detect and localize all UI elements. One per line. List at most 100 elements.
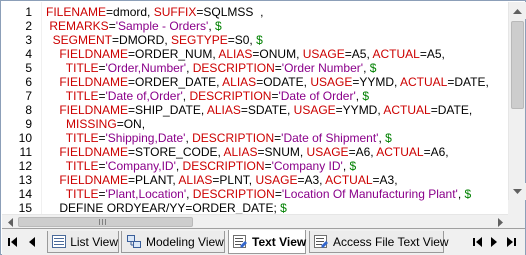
- grip-icon: [99, 219, 106, 225]
- scroll-right-button[interactable]: [494, 215, 508, 229]
- code-token: ALIAS: [218, 47, 253, 61]
- code-token: =ODATE,: [256, 75, 311, 89]
- tab-modeling-view[interactable]: Modeling View: [121, 231, 225, 253]
- code-token: MISSING: [46, 117, 117, 131]
- code-token: =YYMD,: [335, 103, 384, 117]
- code-token: 'Shipping,Date': [105, 131, 186, 145]
- line-number: 9: [25, 117, 32, 131]
- previous-tab-button[interactable]: [26, 236, 38, 248]
- line-number: 10: [18, 131, 32, 145]
- code-token: =STORE_CODE,: [128, 145, 224, 159]
- first-tab-button-right[interactable]: [472, 236, 484, 248]
- code-token: $: [280, 201, 287, 214]
- code-token: TITLE: [46, 159, 99, 173]
- code-token: ACTUAL: [325, 173, 373, 187]
- code-token: 'Order Number': [281, 61, 364, 75]
- tab-label: Modeling View: [146, 234, 224, 249]
- code-line[interactable]: REMARKS='Sample - Orders', $: [46, 19, 221, 33]
- code-token: TITLE: [46, 61, 99, 75]
- code-token: ALIAS: [206, 103, 241, 117]
- vertical-scroll-thumb[interactable]: [511, 21, 524, 109]
- code-line[interactable]: FIELDNAME=ORDER_NUM, ALIAS=ONUM, USAGE=A…: [46, 47, 445, 61]
- previous-tab-icon: [29, 237, 35, 247]
- arrow-left-icon: [8, 217, 13, 227]
- code-token: $: [256, 33, 263, 47]
- tab-access-file-text-view[interactable]: Access File Text View: [309, 231, 449, 253]
- code-token: ALIAS: [223, 145, 258, 159]
- code-line[interactable]: TITLE='Order,Number', DESCRIPTION='Order…: [46, 61, 377, 75]
- scroll-down-button[interactable]: [509, 183, 526, 200]
- code-token: 'Sample - Orders': [115, 19, 209, 33]
- code-token: =DATE,: [430, 103, 473, 117]
- line-number: 11: [19, 145, 32, 159]
- scroll-left-button[interactable]: [3, 215, 17, 229]
- code-token: =dmord,: [106, 5, 154, 19]
- code-token: =: [108, 19, 116, 33]
- code-line[interactable]: TITLE='Shipping,Date', DESCRIPTION='Date…: [46, 131, 392, 145]
- code-token: =A5,: [344, 47, 373, 61]
- code-line[interactable]: DEFINE ORDYEAR/YY=ORDER_DATE; $: [46, 201, 287, 214]
- code-token: DESCRIPTION: [189, 89, 272, 103]
- code-token: USAGE: [310, 75, 353, 89]
- first-tab-icon: [473, 237, 482, 247]
- code-token: REMARKS: [46, 19, 109, 33]
- code-token: SUFFIX: [153, 5, 197, 19]
- code-line[interactable]: SEGMENT=DMORD, SEGTYPE=S0, $: [46, 33, 263, 47]
- code-token: FIELDNAME: [46, 173, 129, 187]
- code-token: FILENAME: [46, 5, 107, 19]
- line-number: 5: [25, 61, 32, 75]
- code-token: =SQLMSS ,: [196, 5, 264, 19]
- horizontal-scrollbar[interactable]: [2, 214, 508, 228]
- code-token: =SDATE,: [240, 103, 294, 117]
- code-token: $: [362, 89, 370, 103]
- view-tab-bar: List View Modeling View Text View Access…: [2, 228, 525, 255]
- next-tab-button[interactable]: [488, 236, 500, 248]
- last-tab-icon: [507, 237, 516, 247]
- code-line[interactable]: FILENAME=dmord, SUFFIX=SQLMSS ,: [46, 5, 263, 19]
- code-token: =YYMD,: [352, 75, 401, 89]
- code-token: FIELDNAME: [46, 103, 129, 117]
- last-tab-button[interactable]: [505, 236, 517, 248]
- code-token: 'Order,Number': [105, 61, 187, 75]
- line-number: 2: [25, 19, 32, 33]
- code-token: TITLE: [46, 187, 99, 201]
- line-number: 6: [25, 75, 32, 89]
- code-token: DEFINE: [46, 201, 107, 214]
- code-token: =: [274, 61, 282, 75]
- code-token: ALIAS: [222, 75, 257, 89]
- first-tab-button[interactable]: [7, 236, 19, 248]
- code-line[interactable]: FIELDNAME=ORDER_DATE, ALIAS=ODATE, USAGE…: [46, 75, 489, 89]
- code-token: DESCRIPTION: [192, 131, 275, 145]
- code-line[interactable]: FIELDNAME=PLANT, ALIAS=PLNT, USAGE=A3, A…: [46, 173, 397, 187]
- code-token: =S0,: [227, 33, 257, 47]
- arrow-right-icon: [498, 217, 503, 227]
- code-token: =ORDER_NUM,: [128, 47, 219, 61]
- code-token: ,: [208, 19, 215, 33]
- code-token: 'Company ID': [271, 159, 343, 173]
- code-token: SEGMENT: [46, 33, 113, 47]
- tab-list-view[interactable]: List View: [47, 231, 119, 253]
- horizontal-scroll-thumb[interactable]: [18, 217, 193, 227]
- code-token: =A6,: [348, 145, 377, 159]
- code-token: FIELDNAME: [46, 145, 129, 159]
- scroll-up-button[interactable]: [509, 2, 526, 19]
- code-token: 'Plant,Location': [105, 187, 187, 201]
- code-line[interactable]: TITLE='Plant,Location', DESCRIPTION='Loc…: [46, 187, 471, 201]
- code-token: $: [385, 131, 392, 145]
- tab-label: Text View: [252, 234, 307, 249]
- code-token: ,: [186, 187, 193, 201]
- code-line[interactable]: FIELDNAME=SHIP_DATE, ALIAS=SDATE, USAGE=…: [46, 103, 472, 117]
- vertical-scrollbar[interactable]: [508, 2, 526, 200]
- line-number: 7: [25, 89, 32, 103]
- code-line[interactable]: MISSING=ON,: [46, 117, 145, 131]
- code-token: =ONUM,: [252, 47, 303, 61]
- code-line[interactable]: FIELDNAME=STORE_CODE, ALIAS=SNUM, USAGE=…: [46, 145, 448, 159]
- code-token: ,: [342, 159, 350, 173]
- tab-text-view[interactable]: Text View: [228, 230, 306, 254]
- code-editor[interactable]: 12345678910111213141516 FILENAME=dmord, …: [2, 2, 508, 214]
- code-line[interactable]: TITLE='Company,ID', DESCRIPTION='Company…: [46, 159, 356, 173]
- text-view-icon: [233, 234, 248, 249]
- code-token: ACTUAL: [400, 75, 448, 89]
- code-token: DESCRIPTION: [192, 61, 275, 75]
- code-line[interactable]: TITLE='Date of,Order', DESCRIPTION='Date…: [46, 89, 369, 103]
